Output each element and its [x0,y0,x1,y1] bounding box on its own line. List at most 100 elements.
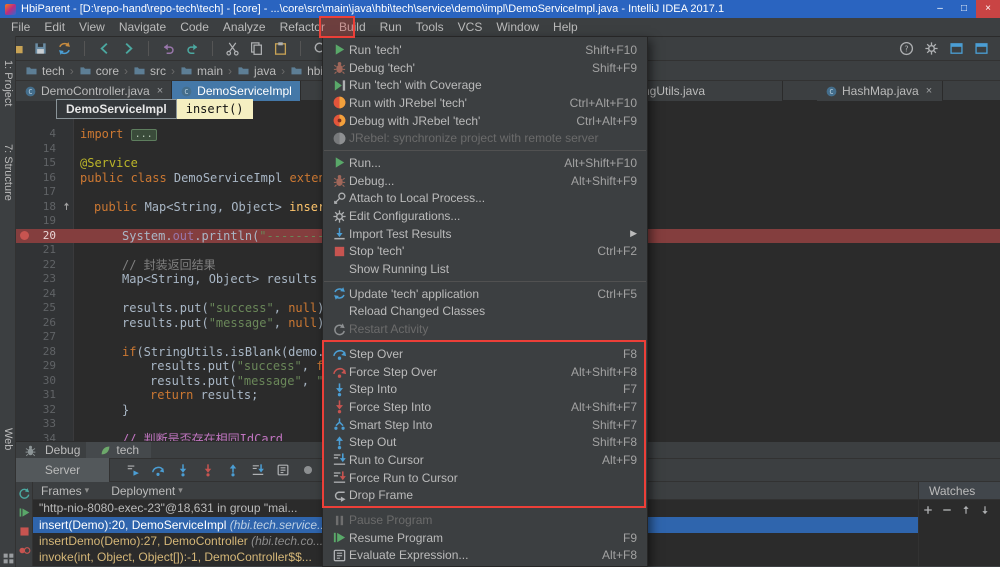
run-menu-item-jrebel-synchronize-project-with-remote-server[interactable]: JRebel: synchronize project with remote … [323,129,647,147]
breadcrumb-item-core[interactable]: core [76,64,122,78]
forward-icon[interactable] [120,40,137,57]
run-menu-item-run-tech-with-coverage[interactable]: Run 'tech' with Coverage [323,76,647,94]
menu-tools[interactable]: Tools [409,18,451,37]
tool-window-button-web[interactable]: Web [2,428,14,450]
structure-popup-member[interactable]: insert() [177,99,253,119]
breadcrumb-item-tech[interactable]: tech [22,64,68,78]
run-menu-item-run[interactable]: Run...Alt+Shift+F10 [323,154,647,172]
menu-help[interactable]: Help [546,18,585,37]
menu-build[interactable]: Build [332,18,373,37]
run-menu-item-smart-step-into[interactable]: Smart Step IntoShift+F7 [323,416,647,434]
help-icon[interactable]: ? [898,40,915,57]
run-menu-item-restart-activity[interactable]: Restart Activity [323,320,647,338]
run-menu-item-run-tech[interactable]: Run 'tech'Shift+F10 [323,41,647,59]
run-menu-item-attach-to-local-process[interactable]: Attach to Local Process... [323,190,647,208]
down-icon[interactable] [978,503,992,517]
frames-dropdown[interactable]: Frames▾ [41,484,89,498]
window-icon[interactable] [973,40,990,57]
menu-refactor[interactable]: Refactor [273,18,332,37]
run-menu-item-update-tech-application[interactable]: Update 'tech' applicationCtrl+F5 [323,285,647,303]
code-text: return results; [74,388,258,403]
execution-point-icon[interactable] [124,462,141,479]
step-out-icon[interactable] [224,462,241,479]
gutter-space [16,345,32,360]
window-icon[interactable] [948,40,965,57]
copy-icon[interactable] [248,40,265,57]
deployment-dropdown[interactable]: Deployment▾ [111,484,183,498]
breakpoint-icon[interactable] [16,229,32,244]
shortcut-label: Ctrl+F2 [597,244,637,258]
run-menu-item-step-into[interactable]: Step IntoF7 [323,380,647,398]
run-menu-item-step-out[interactable]: Step OutShift+F8 [323,433,647,451]
force-step-into-icon[interactable] [199,462,216,479]
redo-icon[interactable] [184,40,201,57]
menu-window[interactable]: Window [489,18,546,37]
breadcrumb-item-main[interactable]: main [177,64,226,78]
tool-window-button-1-project[interactable]: 1: Project [2,60,14,106]
stop-icon[interactable] [17,524,31,538]
debug-session-tab[interactable]: tech [86,442,151,458]
run-menu-item-pause-program[interactable]: Pause Program [323,511,647,529]
menu-vcs[interactable]: VCS [451,18,490,37]
menu-edit[interactable]: Edit [37,18,72,37]
tab-hashmap-java[interactable]: CHashMap.java× [817,81,943,101]
paste-icon[interactable] [272,40,289,57]
view-breakpoints-icon[interactable] [17,543,31,557]
save-all-icon[interactable] [32,40,49,57]
gutter-space [16,316,32,331]
breadcrumb-item-java[interactable]: java [234,64,279,78]
close-tab-icon[interactable]: × [157,85,163,97]
run-menu-item-step-over[interactable]: Step OverF8 [323,345,647,363]
jrebel-debug-icon [329,113,349,128]
cut-icon[interactable] [224,40,241,57]
menu-view[interactable]: View [72,18,112,37]
maximize-button[interactable]: □ [952,0,976,18]
up-icon[interactable] [959,503,973,517]
server-tab[interactable]: Server [16,458,110,482]
run-menu-item-force-run-to-cursor[interactable]: Force Run to Cursor [323,469,647,487]
run-menu-item-force-step-into[interactable]: Force Step IntoAlt+Shift+F7 [323,398,647,416]
menu-code[interactable]: Code [173,18,216,37]
run-menu-item-drop-frame[interactable]: Drop Frame [323,487,647,505]
tool-window-button-7-structure[interactable]: 7: Structure [2,144,14,201]
run-menu-item-stop-tech[interactable]: Stop 'tech'Ctrl+F2 [323,243,647,261]
evaluate-icon[interactable] [274,462,291,479]
tool-windows-icon[interactable] [2,552,14,564]
menu-analyze[interactable]: Analyze [216,18,273,37]
run-menu-item-run-to-cursor[interactable]: Run to CursorAlt+F9 [323,451,647,469]
breadcrumb-item-src[interactable]: src [130,64,169,78]
close-tab-icon[interactable]: × [926,85,932,97]
run-menu-item-debug[interactable]: Debug...Alt+Shift+F9 [323,172,647,190]
rerun-icon[interactable] [17,486,31,500]
run-to-cursor-icon[interactable] [249,462,266,479]
run-menu-item-import-test-results[interactable]: Import Test Results▶ [323,225,647,243]
breadcrumb-item-hbi[interactable]: hbi [287,64,326,78]
run-menu-item-force-step-over[interactable]: Force Step OverAlt+Shift+F8 [323,363,647,381]
run-menu-item-debug-with-jrebel-tech[interactable]: Debug with JRebel 'tech'Ctrl+Alt+F9 [323,112,647,130]
mute-breakpoints-icon[interactable] [299,462,316,479]
minus-icon[interactable] [940,503,954,517]
run-menu-item-reload-changed-classes[interactable]: Reload Changed Classes [323,303,647,321]
tab-demoserviceimpl[interactable]: CDemoServiceImpl [172,81,301,101]
menu-navigate[interactable]: Navigate [112,18,173,37]
settings-icon[interactable] [923,40,940,57]
back-icon[interactable] [96,40,113,57]
close-button[interactable]: × [976,0,1000,18]
run-menu-item-edit-configurations[interactable]: Edit Configurations... [323,207,647,225]
run-menu-item-debug-tech[interactable]: Debug 'tech'Shift+F9 [323,59,647,77]
minimize-button[interactable]: – [928,0,952,18]
menu-file[interactable]: File [4,18,37,37]
step-into-icon[interactable] [174,462,191,479]
plus-icon[interactable] [921,503,935,517]
run-menu-item-evaluate-expression[interactable]: Evaluate Expression...Alt+F8 [323,547,647,565]
step-over-icon[interactable] [149,462,166,479]
menu-run[interactable]: Run [373,18,409,37]
run-menu-item-show-running-list[interactable]: Show Running List [323,260,647,278]
run-menu-item-run-with-jrebel-tech[interactable]: Run with JRebel 'tech'Ctrl+Alt+F10 [323,94,647,112]
run-menu-item-resume-program[interactable]: Resume ProgramF9 [323,529,647,547]
sync-icon[interactable] [56,40,73,57]
undo-icon[interactable] [160,40,177,57]
tab-democontroller-java[interactable]: CDemoController.java× [16,81,172,101]
folded-region[interactable]: ... [131,129,157,141]
resume-icon[interactable] [17,505,31,519]
